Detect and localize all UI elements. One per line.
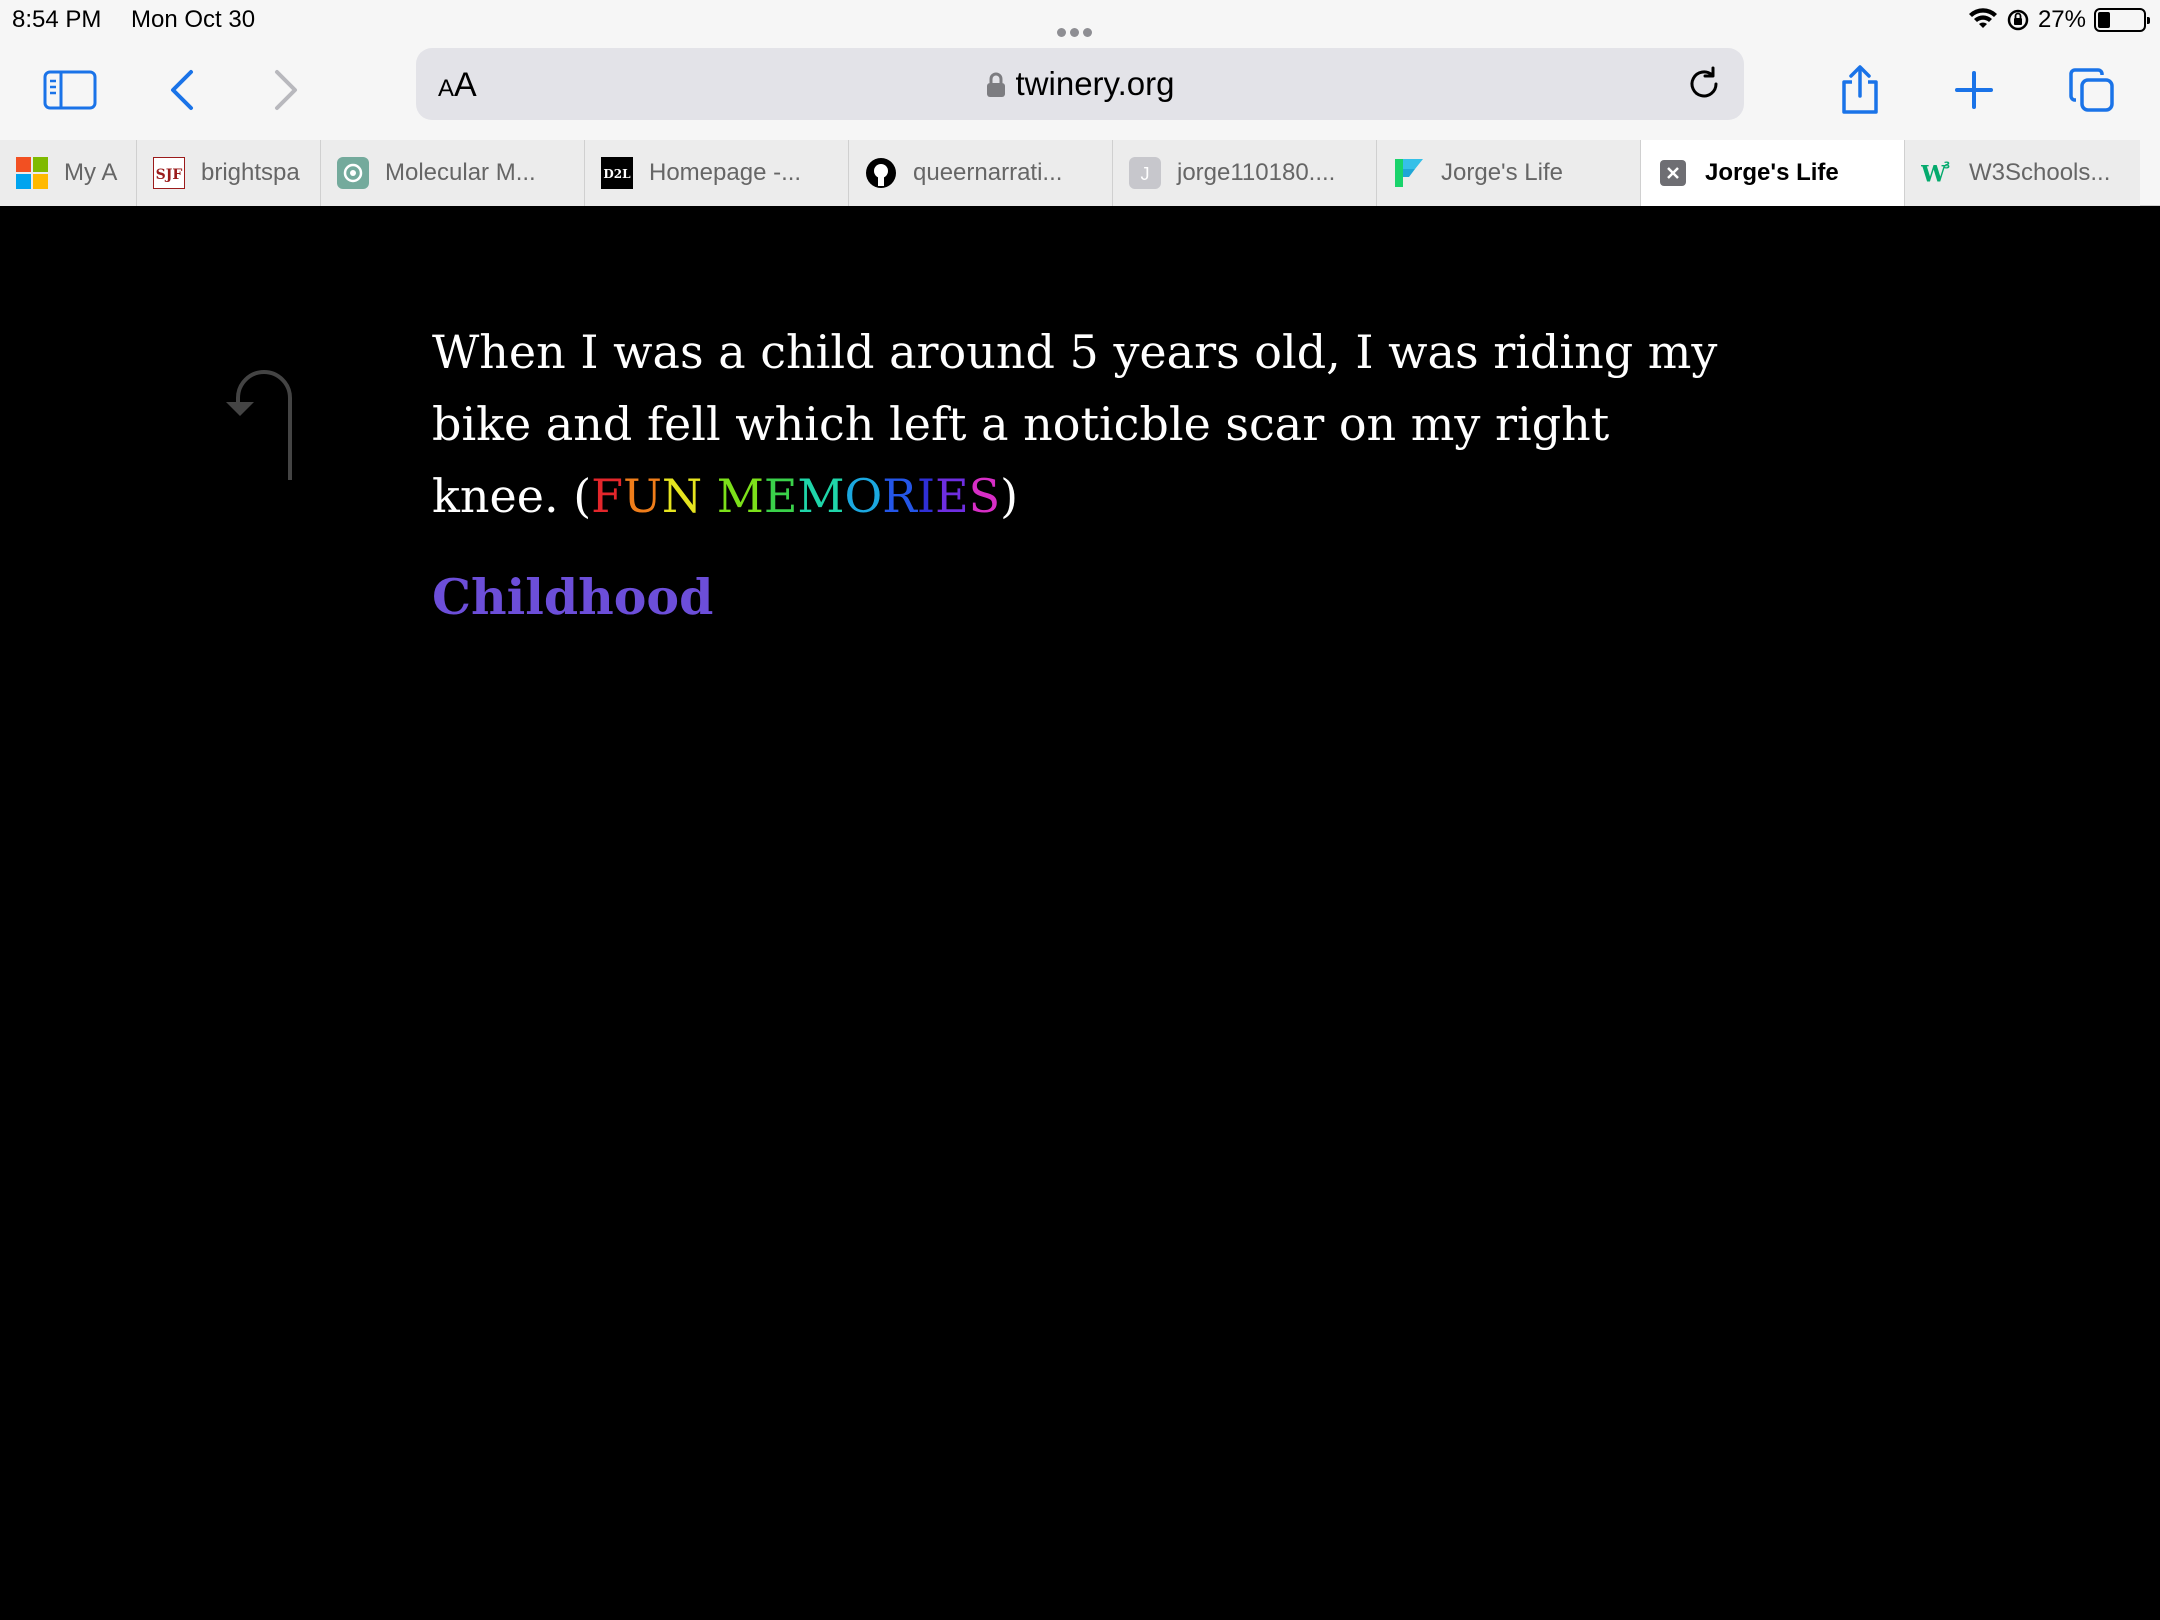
share-icon[interactable] [1830, 60, 1890, 120]
svg-text:D2L: D2L [603, 167, 631, 181]
web-page: When I was a child around 5 years old, I… [0, 206, 2160, 1620]
wifi-icon [1968, 8, 1997, 28]
rainbow-letter [702, 469, 717, 523]
rainbow-letter: I [916, 469, 936, 523]
tab-molecular[interactable]: Molecular M... [321, 140, 585, 206]
tab-jorge-account[interactable]: J jorge110180.... [1113, 140, 1377, 206]
rainbow-letter: N [661, 469, 703, 523]
tab-label: Molecular M... [385, 159, 536, 186]
tab-label: Homepage -... [649, 159, 802, 186]
tab-label: W3Schools... [1969, 159, 2111, 186]
tab-jorges-life-active[interactable]: Jorge's Life [1641, 140, 1905, 206]
childhood-link[interactable]: Childhood [432, 568, 713, 626]
rainbow-letter: F [591, 469, 624, 523]
battery-percentage: 27% [2037, 6, 2086, 33]
tab-my-apps[interactable]: My A [0, 140, 137, 206]
rainbow-letter: E [763, 469, 798, 523]
github-icon [865, 157, 897, 189]
story-passage: When I was a child around 5 years old, I… [432, 316, 1732, 532]
orientation-lock-icon [2007, 9, 2029, 31]
openai-icon [337, 157, 369, 189]
tab-label: Jorge's Life [1705, 159, 1839, 186]
sidebar-icon[interactable] [40, 60, 100, 120]
status-indicators: 27% [1968, 4, 2150, 36]
status-time: 8:54 PM [12, 6, 102, 33]
svg-text:J: J [1141, 164, 1150, 184]
d2l-icon: D2L [601, 157, 633, 189]
multitasking-dots-icon[interactable] [1057, 16, 1101, 37]
url-text: twinery.org [1015, 65, 1175, 102]
rainbow-text: FUN MEMORIES [591, 469, 1000, 523]
tab-jorges-life[interactable]: Jorge's Life [1377, 140, 1641, 206]
tab-bar: My A SJF brightspa Molecular M... D2L Ho… [0, 140, 2160, 206]
forward-icon[interactable] [256, 60, 316, 120]
tab-label: queernarrati... [913, 159, 1063, 186]
tab-w3schools[interactable]: W3 W3Schools... [1905, 140, 2140, 206]
battery-icon [2094, 8, 2150, 32]
browser-toolbar: AA twinery.org [0, 40, 2160, 140]
tabs-overview-icon[interactable] [2062, 60, 2122, 120]
status-date: Mon Oct 30 [131, 6, 256, 33]
tab-homepage[interactable]: D2L Homepage -... [585, 140, 849, 206]
tab-brightspace[interactable]: SJF brightspa [137, 140, 321, 206]
url-display[interactable]: twinery.org [416, 65, 1744, 103]
reload-icon[interactable] [1682, 62, 1726, 106]
close-tab-icon[interactable] [1657, 157, 1689, 189]
browser-chrome: 8:54 PM Mon Oct 30 27% AA twinery.org My… [0, 0, 2160, 206]
address-bar[interactable]: AA twinery.org [416, 48, 1744, 120]
lock-icon [986, 72, 1005, 97]
rainbow-letter: M [716, 469, 764, 523]
microsoft-icon [16, 157, 48, 189]
rainbow-letter: U [623, 469, 662, 523]
undo-arrow-icon[interactable] [222, 358, 294, 482]
back-icon[interactable] [152, 60, 212, 120]
rainbow-letter: R [882, 469, 917, 523]
new-tab-icon[interactable] [1944, 60, 2004, 120]
w3schools-icon: W3 [1921, 157, 1953, 189]
tab-github[interactable]: queernarrati... [849, 140, 1113, 206]
rainbow-letter: M [797, 469, 845, 523]
sjf-icon: SJF [153, 157, 185, 189]
svg-text:3: 3 [1944, 160, 1951, 171]
svg-text:SJF: SJF [156, 167, 183, 183]
rainbow-letter: O [844, 469, 883, 523]
tab-label: brightspa [201, 159, 300, 186]
passage-close: ) [1000, 469, 1019, 523]
rainbow-letter: E [935, 469, 969, 523]
rainbow-letter: S [968, 469, 1001, 523]
tab-label: jorge110180.... [1177, 159, 1336, 186]
twine-icon [1393, 157, 1425, 189]
j-letter-icon: J [1129, 157, 1161, 189]
tab-label: Jorge's Life [1441, 159, 1563, 186]
status-bar: 8:54 PM Mon Oct 30 27% [0, 0, 2160, 40]
tab-label: My A [64, 159, 118, 186]
